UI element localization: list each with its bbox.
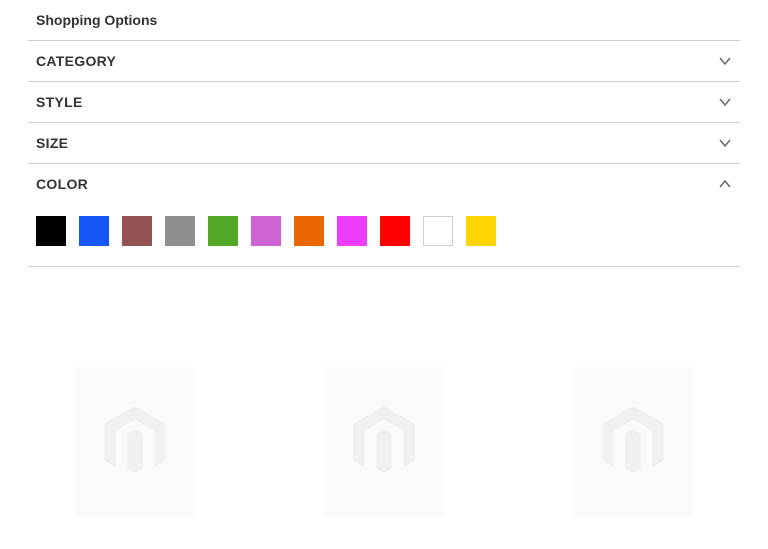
- magento-logo-icon: [598, 402, 668, 482]
- swatch-white[interactable]: [423, 216, 453, 246]
- filter-toggle-category[interactable]: CATEGORY: [28, 41, 740, 81]
- shopping-options-title: Shopping Options: [28, 0, 740, 40]
- swatch-magenta[interactable]: [337, 216, 367, 246]
- color-swatches: [28, 204, 740, 266]
- swatch-brown[interactable]: [122, 216, 152, 246]
- magento-logo-icon: [100, 402, 170, 482]
- chevron-down-icon: [718, 54, 732, 68]
- filter-toggle-style[interactable]: STYLE: [28, 82, 740, 122]
- product-placeholder[interactable]: [324, 367, 444, 517]
- chevron-down-icon: [718, 95, 732, 109]
- magento-logo-icon: [349, 402, 419, 482]
- swatch-purple[interactable]: [251, 216, 281, 246]
- swatch-red[interactable]: [380, 216, 410, 246]
- swatch-orange[interactable]: [294, 216, 324, 246]
- product-placeholder[interactable]: [75, 367, 195, 517]
- filter-label-style: STYLE: [36, 94, 83, 110]
- filter-label-size: SIZE: [36, 135, 68, 151]
- swatch-blue[interactable]: [79, 216, 109, 246]
- filter-section-size: SIZE: [28, 122, 740, 163]
- swatch-black[interactable]: [36, 216, 66, 246]
- filter-toggle-color[interactable]: COLOR: [28, 164, 740, 204]
- filter-section-style: STYLE: [28, 81, 740, 122]
- filter-label-category: CATEGORY: [36, 53, 116, 69]
- filter-toggle-size[interactable]: SIZE: [28, 123, 740, 163]
- swatch-yellow[interactable]: [466, 216, 496, 246]
- product-placeholder[interactable]: [573, 367, 693, 517]
- product-grid: [0, 267, 768, 517]
- filter-section-color: COLOR: [28, 163, 740, 266]
- swatch-green[interactable]: [208, 216, 238, 246]
- shopping-options-panel: Shopping Options CATEGORY STYLE SIZE COL…: [0, 0, 768, 267]
- chevron-up-icon: [718, 177, 732, 191]
- filter-label-color: COLOR: [36, 176, 88, 192]
- swatch-gray[interactable]: [165, 216, 195, 246]
- filter-section-category: CATEGORY: [28, 40, 740, 81]
- chevron-down-icon: [718, 136, 732, 150]
